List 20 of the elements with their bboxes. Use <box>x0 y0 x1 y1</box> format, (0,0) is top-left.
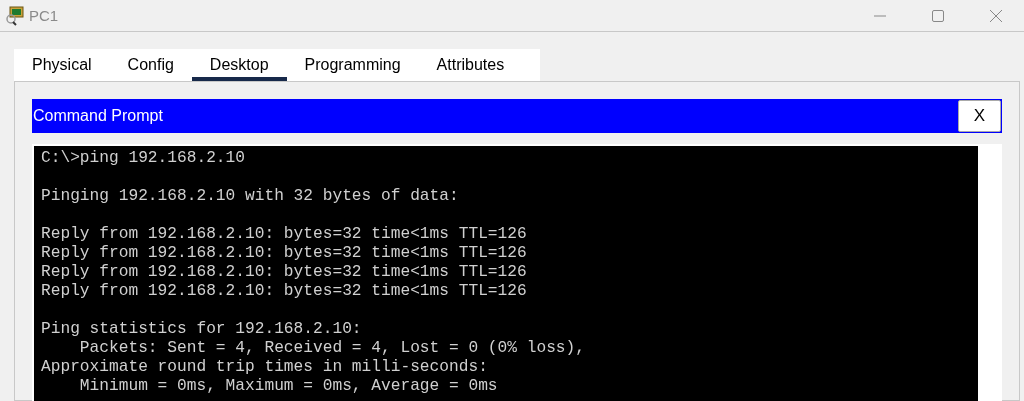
terminal-line: Minimum = 0ms, Maximum = 0ms, Average = 0ms <box>78 377 498 396</box>
terminal-line: Reply from 192.168.2.10: bytes=32 time<1ms TTL=126 <box>41 263 527 282</box>
terminal-line: Ping statistics for 192.168.2.10: <box>41 320 362 339</box>
terminal-line: Reply from 192.168.2.10: bytes=32 time<1ms TTL=126 <box>41 225 527 244</box>
window-title: PC1 <box>29 7 59 24</box>
maximize-icon[interactable] <box>932 9 944 22</box>
tab[interactable]: Attributes <box>418 49 523 81</box>
tab[interactable]: Config <box>109 49 192 81</box>
tab[interactable]: Programming <box>286 49 419 81</box>
pc-icon <box>6 5 24 26</box>
terminal-line: Reply from 192.168.2.10: bytes=32 time<1ms TTL=126 <box>41 282 527 301</box>
terminal-line: Reply from 192.168.2.10: bytes=32 time<1ms TTL=126 <box>41 244 527 263</box>
terminal-line: C:\>ping 192.168.2.10 <box>41 149 245 168</box>
tab[interactable]: Physical <box>14 49 110 81</box>
close-button[interactable]: X <box>958 100 1001 132</box>
terminal-line: Pinging 192.168.2.10 with 32 bytes of data: <box>41 187 459 206</box>
close-icon[interactable] <box>990 9 1002 22</box>
terminal-line: Packets: Sent = 4, Received = 4, Lost = 0 (0% loss), <box>78 339 585 358</box>
terminal-line: Approximate round trip times in milli-seconds: <box>41 358 488 377</box>
command-prompt-title: Command Prompt <box>33 107 163 125</box>
